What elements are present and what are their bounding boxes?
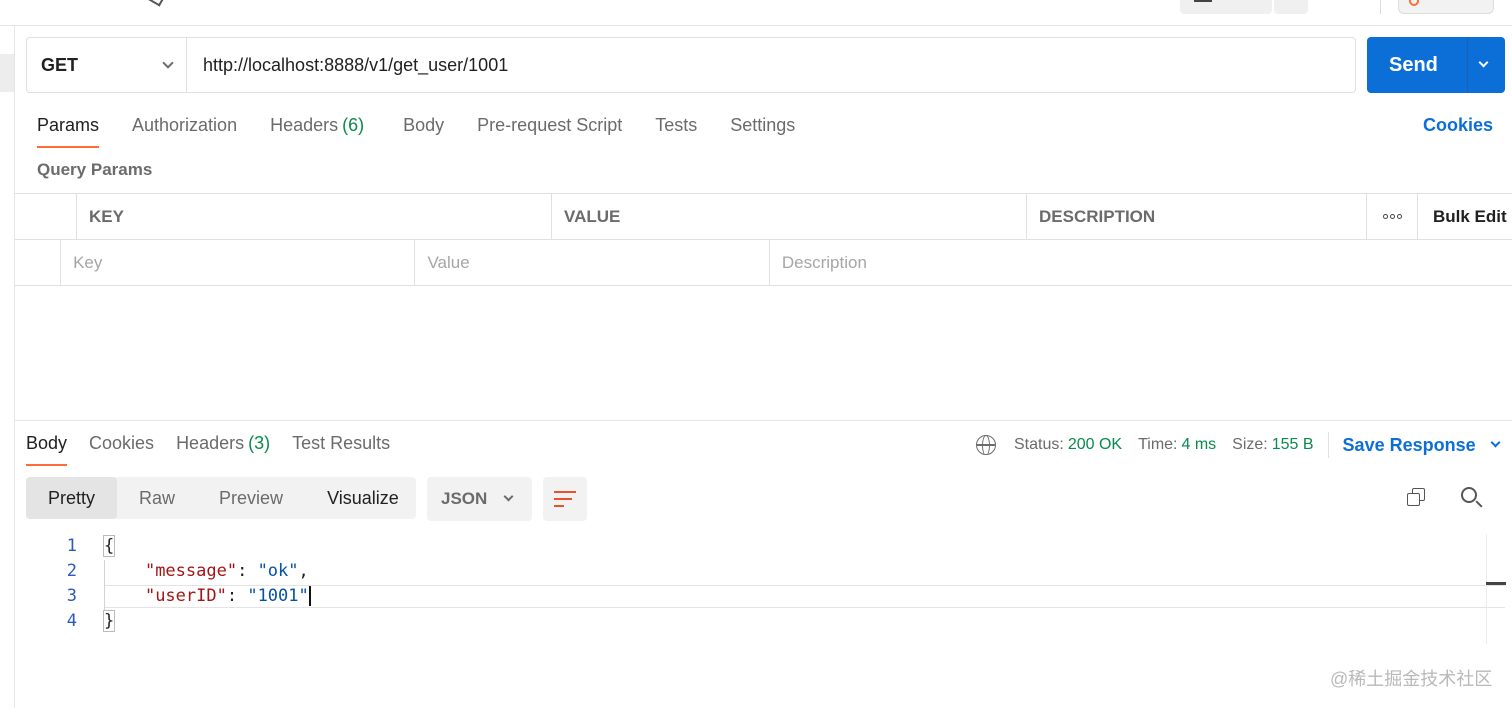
response-tab-cookies[interactable]: Cookies xyxy=(89,428,154,466)
method-select[interactable]: GET xyxy=(27,38,187,92)
toolbar-environment-toggle[interactable] xyxy=(1398,0,1494,14)
query-params-title: Query Params xyxy=(37,160,153,179)
view-visualize[interactable]: Visualize xyxy=(305,477,421,519)
view-preview[interactable]: Preview xyxy=(197,477,305,519)
view-mode-selector: Pretty Raw Preview Visualize xyxy=(26,477,416,519)
code-line: } xyxy=(102,610,116,632)
cookies-link[interactable]: Cookies xyxy=(1423,115,1493,136)
view-pretty[interactable]: Pretty xyxy=(26,477,118,519)
tab-authorization[interactable]: Authorization xyxy=(132,110,237,148)
line-number: 2 xyxy=(66,561,77,581)
tab-headers[interactable]: Headers (6) xyxy=(270,110,364,148)
tab-pre-request-script[interactable]: Pre-request Script xyxy=(477,110,622,148)
checkbox-column-header xyxy=(15,194,77,239)
chevron-down-icon xyxy=(162,56,174,69)
save-response-button[interactable]: Save Response xyxy=(1343,435,1501,456)
response-tabs: Body Cookies Headers (3) Test Results xyxy=(26,428,412,466)
chevron-down-icon xyxy=(1490,437,1501,448)
table-header-row: KEY VALUE DESCRIPTION Bulk Edit xyxy=(15,194,1512,240)
format-select[interactable]: JSON xyxy=(427,477,532,521)
top-toolbar-strip xyxy=(0,0,1512,26)
send-button[interactable]: Send xyxy=(1367,37,1505,93)
partial-icon xyxy=(147,0,167,7)
line-number: 1 xyxy=(66,536,77,556)
headers-count: (6) xyxy=(342,115,365,135)
toolbar-segment-left[interactable] xyxy=(1180,0,1272,14)
tab-settings[interactable]: Settings xyxy=(730,110,795,148)
code-line: { xyxy=(102,535,116,557)
more-options-button[interactable] xyxy=(1367,194,1418,239)
editor-scrollbar[interactable] xyxy=(1486,534,1512,644)
status-info[interactable]: Status: 200 OK xyxy=(1014,436,1122,454)
bulk-edit-button[interactable]: Bulk Edit xyxy=(1418,194,1512,239)
wrap-lines-button[interactable] xyxy=(543,477,587,521)
response-status-bar: Status: 200 OK Time: 4 ms Size: 155 B Save … xyxy=(976,432,1501,458)
chevron-down-icon xyxy=(503,491,514,502)
request-bar: GET http://localhost:8888/v1/get_user/10… xyxy=(26,37,1356,93)
send-dropdown-chevron-icon[interactable] xyxy=(1478,57,1489,68)
description-column-header: DESCRIPTION xyxy=(1027,194,1367,239)
method-label: GET xyxy=(41,54,79,75)
code-line: "message": "ok", xyxy=(144,561,309,581)
sidebar-edge xyxy=(0,26,15,708)
postman-icon xyxy=(1409,0,1419,6)
sidebar-selected-item[interactable] xyxy=(0,54,14,92)
format-label: JSON xyxy=(441,489,488,508)
description-input[interactable]: Description xyxy=(770,240,1512,285)
response-tab-test-results[interactable]: Test Results xyxy=(292,428,390,466)
response-headers-count: (3) xyxy=(248,433,271,453)
active-line-highlight xyxy=(105,585,1505,608)
view-raw[interactable]: Raw xyxy=(117,477,197,519)
toolbar-segment-right[interactable] xyxy=(1274,0,1308,14)
row-checkbox xyxy=(15,240,62,285)
tab-body[interactable]: Body xyxy=(403,110,444,148)
globe-icon[interactable] xyxy=(976,435,996,455)
search-icon[interactable] xyxy=(1461,487,1483,509)
response-tab-body[interactable]: Body xyxy=(26,428,68,466)
key-input[interactable]: Key xyxy=(61,240,416,285)
tab-tests[interactable]: Tests xyxy=(655,110,697,148)
query-params-table: KEY VALUE DESCRIPTION Bulk Edit Key Valu… xyxy=(15,193,1512,286)
key-column-header: KEY xyxy=(77,194,552,239)
code-line: "userID": "1001" xyxy=(144,586,311,606)
scrollbar-marker xyxy=(1486,582,1506,585)
text-cursor xyxy=(308,586,311,606)
value-input[interactable]: Value xyxy=(415,240,770,285)
url-input[interactable]: http://localhost:8888/v1/get_user/1001 xyxy=(187,55,508,76)
copy-icon[interactable] xyxy=(1407,488,1427,508)
response-tab-headers[interactable]: Headers (3) xyxy=(176,428,270,466)
table-row: Key Value Description xyxy=(15,240,1512,286)
send-label: Send xyxy=(1389,53,1438,76)
time-info[interactable]: Time: 4 ms xyxy=(1138,436,1216,454)
more-dots-icon xyxy=(1382,214,1402,219)
response-body-editor[interactable]: 1 2 3 4 { "message": "ok", "userID": "10… xyxy=(15,533,1512,643)
value-column-header: VALUE xyxy=(552,194,1027,239)
size-info[interactable]: Size: 155 B xyxy=(1232,436,1313,454)
request-tabs: Params Authorization Headers (6) Body Pre… xyxy=(37,110,828,150)
line-number: 3 xyxy=(66,586,77,606)
watermark: @稀土掘金技术社区 xyxy=(1330,669,1493,689)
line-number: 4 xyxy=(66,611,77,631)
tab-params[interactable]: Params xyxy=(37,110,100,148)
